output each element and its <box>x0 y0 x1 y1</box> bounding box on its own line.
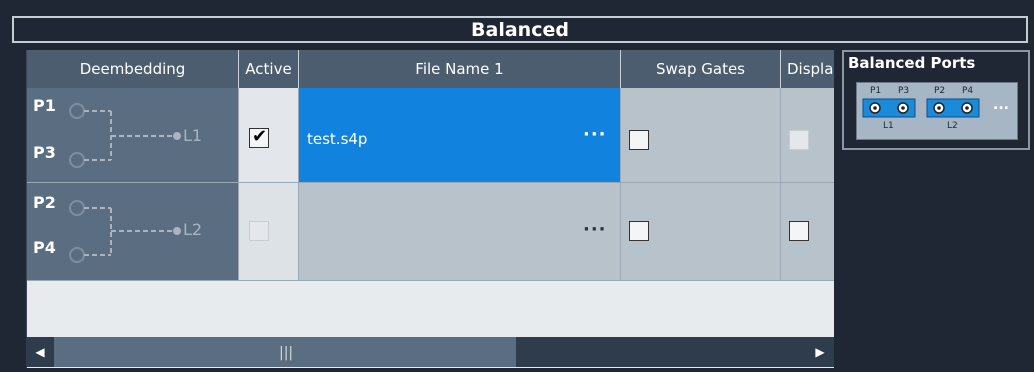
active-checkbox-row2[interactable] <box>249 221 269 241</box>
deembedding-cell-row1[interactable]: P1 P3 L1 <box>27 88 239 183</box>
grip-icon: ||| <box>279 345 294 361</box>
swap-cell-row2[interactable] <box>621 183 781 281</box>
logical-port-l1: L1 <box>183 126 203 145</box>
scroll-right-icon[interactable]: ▶ <box>806 337 834 367</box>
active-checkbox-row1[interactable] <box>249 126 269 148</box>
header-active[interactable]: Active <box>239 50 299 88</box>
bp-port-p1: P1 <box>870 86 882 96</box>
logical-port-l2: L2 <box>183 220 203 239</box>
browse-button-row1[interactable]: ··· <box>583 124 607 145</box>
scrollbar-thumb[interactable]: ||| <box>54 337 516 367</box>
active-cell-row2[interactable] <box>239 183 299 281</box>
swap-checkbox-row2[interactable] <box>629 221 649 241</box>
browse-button-row2[interactable]: ··· <box>583 219 607 240</box>
port-label-p2: P2 <box>33 193 56 212</box>
file-cell-row1[interactable]: test.s4p ··· <box>299 88 621 183</box>
balanced-dialog: Balanced Deembedding Active File Name 1 … <box>0 0 1034 372</box>
file-name-value-row1: test.s4p <box>307 130 368 148</box>
display-cell-row1[interactable] <box>781 88 834 183</box>
header-swap-gates[interactable]: Swap Gates <box>621 50 781 88</box>
bp-port-p4: P4 <box>962 86 974 96</box>
display-cell-row2[interactable] <box>781 183 834 281</box>
balanced-ports-diagram[interactable]: P1 P3 P2 P4 L1 L2 ... <box>856 82 1018 140</box>
bp-port-p3: P3 <box>898 86 910 96</box>
file-cell-row2[interactable]: ··· <box>299 183 621 281</box>
bp-logical-l1: L1 <box>883 121 894 131</box>
bp-more-button[interactable]: ... <box>993 97 1009 113</box>
display-checkbox-row1[interactable] <box>789 130 809 150</box>
display-checkbox-row2[interactable] <box>789 221 809 241</box>
header-file-name[interactable]: File Name 1 <box>299 50 621 88</box>
balanced-ports-panel[interactable]: Balanced Ports P1 P3 P2 P4 L1 L2 ... <box>842 50 1030 150</box>
balanced-ports-title: Balanced Ports <box>848 54 976 72</box>
port-label-p1: P1 <box>33 96 56 115</box>
title-bar: Balanced <box>12 16 1028 43</box>
horizontal-scrollbar[interactable]: ◀ ||| ▶ <box>26 337 834 367</box>
active-cell-row1[interactable] <box>239 88 299 183</box>
bp-logical-l2: L2 <box>947 121 958 131</box>
header-deembedding[interactable]: Deembedding <box>27 50 239 88</box>
page-title: Balanced <box>471 18 569 41</box>
deembedding-cell-row2[interactable]: P2 P4 L2 <box>27 183 239 281</box>
port-label-p3: P3 <box>33 143 56 162</box>
scroll-left-icon[interactable]: ◀ <box>26 337 54 367</box>
swap-checkbox-row1[interactable] <box>629 130 649 150</box>
bp-port-p2: P2 <box>934 86 946 96</box>
balanced-table: Deembedding Active File Name 1 Swap Gate… <box>26 50 834 368</box>
port-label-p4: P4 <box>33 238 56 257</box>
swap-cell-row1[interactable] <box>621 88 781 183</box>
header-display[interactable]: Displa <box>781 50 834 88</box>
